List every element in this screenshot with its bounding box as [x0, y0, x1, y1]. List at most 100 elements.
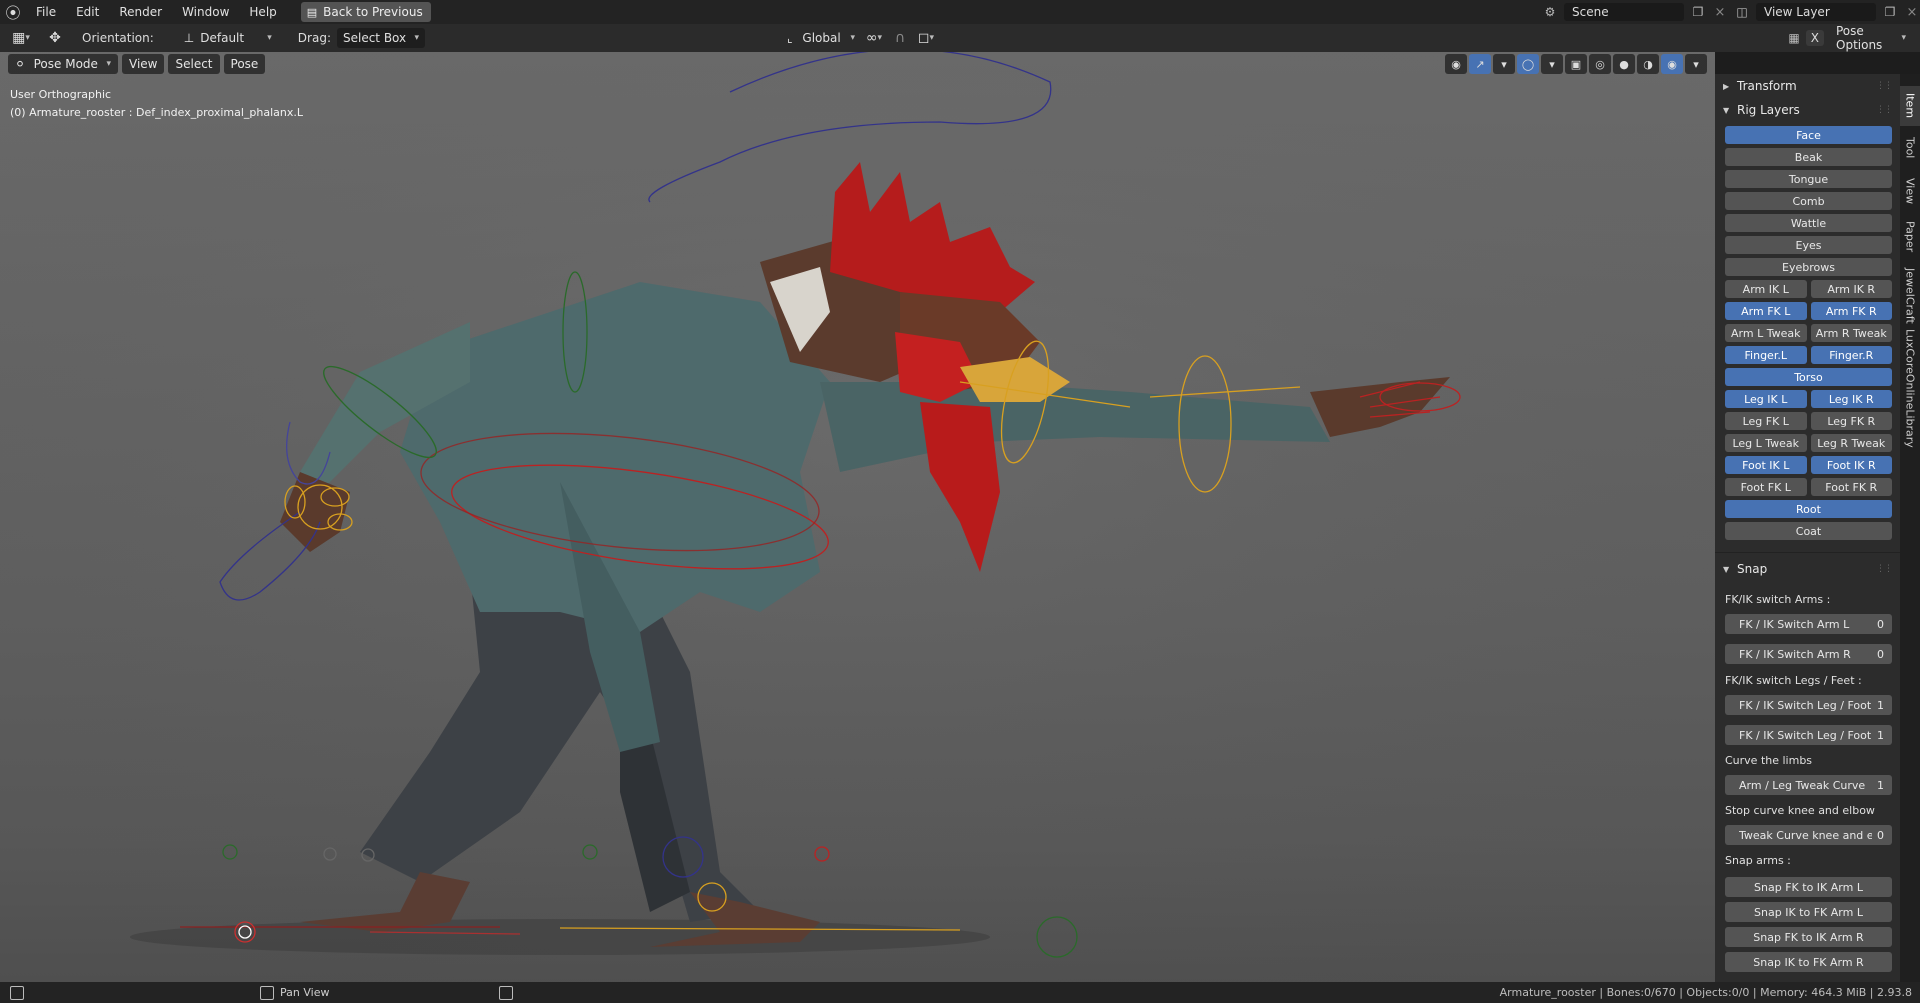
snap-magnet-icon[interactable]: ∩	[887, 28, 913, 48]
back-to-previous-button[interactable]: ▤ Back to Previous	[300, 2, 431, 22]
solid-shading-icon[interactable]: ●	[1613, 54, 1635, 74]
rig-layer-toggle-leg-ik-l[interactable]: Leg IK L	[1725, 390, 1807, 408]
move-tool-icon[interactable]: ✥	[42, 28, 68, 48]
menu-window[interactable]: Window	[172, 0, 239, 24]
menu-edit[interactable]: Edit	[66, 0, 109, 24]
rig-layer-toggle-beak[interactable]: Beak	[1725, 148, 1892, 166]
blender-logo-icon[interactable]: ⦿	[0, 0, 26, 24]
tweak-curve-field[interactable]: Arm / Leg Tweak Curve 1	[1725, 775, 1892, 795]
scene-browse-icon[interactable]: ⚙	[1540, 3, 1560, 21]
rig-layer-toggle-face[interactable]: Face	[1725, 126, 1892, 144]
mode-dropdown[interactable]: ⚪ Pose Mode ▾	[8, 54, 118, 74]
x-mirror-toggle[interactable]: X	[1805, 30, 1824, 46]
mouse-left-icon	[10, 985, 24, 1000]
fkik-switch-arm-l-field[interactable]: FK / IK Switch Arm L 0	[1725, 614, 1892, 634]
fkik-switch-arm-r-field[interactable]: FK / IK Switch Arm R 0	[1725, 644, 1892, 664]
view-layer-field[interactable]: View Layer	[1756, 3, 1876, 21]
fkik-switch-leg-1-field[interactable]: FK / IK Switch Leg / Foot 1	[1725, 695, 1892, 715]
drag-dropdown[interactable]: Select Box ▾	[336, 28, 425, 48]
xray-toggle-icon[interactable]: ▣	[1565, 54, 1587, 74]
view-menu[interactable]: View	[122, 54, 165, 74]
rig-layer-toggle-leg-l-tweak[interactable]: Leg L Tweak	[1725, 434, 1807, 452]
transform-orientation-dropdown[interactable]: ⌞ Global ▾	[781, 28, 861, 48]
rig-layer-toggle-eyes[interactable]: Eyes	[1725, 236, 1892, 254]
new-view-layer-icon[interactable]: ❐	[1880, 3, 1900, 21]
pose-options-dropdown[interactable]: Pose Options ▾	[1830, 24, 1912, 52]
tab-paper[interactable]: Paper	[1900, 214, 1920, 260]
menu-help[interactable]: Help	[239, 0, 286, 24]
drag-grip-icon[interactable]: ⋮⋮	[1876, 564, 1893, 574]
rig-layer-toggle-foot-ik-r[interactable]: Foot IK R	[1810, 456, 1892, 474]
menu-render[interactable]: Render	[109, 0, 172, 24]
rig-layer-toggle-wattle[interactable]: Wattle	[1725, 214, 1892, 232]
gizmo-toggle-icon[interactable]: ↗	[1469, 54, 1491, 74]
rig-layer-toggle-arm-ik-l[interactable]: Arm IK L	[1725, 280, 1807, 298]
scene-field[interactable]: Scene	[1564, 3, 1684, 21]
rig-layer-row: Leg IK L Leg IK R	[1725, 390, 1892, 408]
tweak-curve-knee-elbow-field[interactable]: Tweak Curve knee and el 0	[1725, 825, 1892, 845]
shading-options-icon[interactable]: ▾	[1685, 54, 1707, 74]
view-layer-browse-icon[interactable]: ◫	[1732, 3, 1752, 21]
rig-layer-toggle-torso[interactable]: Torso	[1725, 368, 1892, 386]
snap-ik-to-fk-arm-l-button[interactable]: Snap IK to FK Arm L	[1725, 902, 1892, 922]
tab-view[interactable]: View	[1900, 170, 1920, 212]
snap-ik-to-fk-arm-r-button[interactable]: Snap IK to FK Arm R	[1725, 952, 1892, 972]
rig-layer-toggle-comb[interactable]: Comb	[1725, 192, 1892, 210]
pivot-point-icon[interactable]: ∞ ▾	[861, 28, 887, 48]
overlays-toggle-icon[interactable]: ◯	[1517, 54, 1539, 74]
tab-item[interactable]: Item	[1900, 86, 1920, 126]
tab-jewelcraft[interactable]: JewelCraft	[1900, 262, 1920, 330]
rig-layer-row: Leg FK L Leg FK R	[1725, 412, 1892, 430]
rig-layer-toggle-leg-fk-l[interactable]: Leg FK L	[1725, 412, 1807, 430]
rig-layer-toggle-leg-ik-r[interactable]: Leg IK R	[1810, 390, 1892, 408]
visibility-icon[interactable]: ◉	[1445, 54, 1467, 74]
menu-file[interactable]: File	[26, 0, 66, 24]
rig-layer-toggle-foot-fk-l[interactable]: Foot FK L	[1725, 478, 1807, 496]
pose-menu[interactable]: Pose	[223, 54, 266, 74]
orientation-axis-icon: ⊥	[183, 31, 195, 45]
gizmo-options-icon[interactable]: ▾	[1493, 54, 1515, 74]
drag-grip-icon[interactable]: ⋮⋮	[1876, 81, 1893, 91]
overlays-options-icon[interactable]: ▾	[1541, 54, 1563, 74]
delete-view-layer-icon[interactable]: ×	[1904, 5, 1920, 20]
select-menu[interactable]: Select	[168, 54, 220, 74]
transform-panel-header[interactable]: ▶ Transform ⋮⋮	[1715, 74, 1900, 98]
delete-scene-icon[interactable]: ×	[1712, 5, 1728, 20]
material-preview-icon[interactable]: ◑	[1637, 54, 1659, 74]
tab-luxcoreonlinelibrary[interactable]: LuxCoreOnlineLibrary	[1900, 329, 1920, 448]
rig-layer-toggle-arm-l-tweak[interactable]: Arm L Tweak	[1725, 324, 1807, 342]
rig-layer-toggle-leg-r-tweak[interactable]: Leg R Tweak	[1810, 434, 1892, 452]
field-value: 1	[1877, 728, 1884, 742]
3d-viewport[interactable]: ⚪ Pose Mode ▾ View Select Pose ◉ ↗ ▾ ◯ ▾…	[0, 52, 1715, 982]
snap-fk-to-ik-arm-l-button[interactable]: Snap FK to IK Arm L	[1725, 877, 1892, 897]
snap-fk-to-ik-arm-r-button[interactable]: Snap FK to IK Arm R	[1725, 927, 1892, 947]
expanded-triangle-icon: ▼	[1723, 564, 1730, 574]
curve-limbs-label: Curve the limbs	[1725, 754, 1813, 767]
rig-layer-toggle-eyebrows[interactable]: Eyebrows	[1725, 258, 1892, 276]
x-mirror-icon[interactable]: ▦	[1788, 31, 1799, 45]
wireframe-shading-icon[interactable]: ◎	[1589, 54, 1611, 74]
proportional-edit-icon[interactable]: ◻ ▾	[913, 28, 939, 48]
drag-grip-icon[interactable]: ⋮⋮	[1876, 105, 1893, 115]
rig-layers-panel-header[interactable]: ▼ Rig Layers ⋮⋮	[1715, 98, 1900, 122]
rig-layer-toggle-root[interactable]: Root	[1725, 500, 1892, 518]
rig-layer-toggle-leg-fk-r[interactable]: Leg FK R	[1810, 412, 1892, 430]
rig-layer-toggle-tongue[interactable]: Tongue	[1725, 170, 1892, 188]
rig-layer-toggle-arm-r-tweak[interactable]: Arm R Tweak	[1810, 324, 1892, 342]
rig-layer-toggle-finger-r[interactable]: Finger.R	[1810, 346, 1892, 364]
rig-layer-toggle-arm-fk-l[interactable]: Arm FK L	[1725, 302, 1807, 320]
rig-layer-toggle-coat[interactable]: Coat	[1725, 522, 1892, 540]
rig-layer-toggle-foot-ik-l[interactable]: Foot IK L	[1725, 456, 1807, 474]
editor-type-icon[interactable]: ▦ ▾	[8, 28, 34, 48]
rig-layer-toggle-arm-fk-r[interactable]: Arm FK R	[1810, 302, 1892, 320]
snap-panel-header[interactable]: ▼ Snap ⋮⋮	[1715, 557, 1900, 581]
pose-mode-icon: ⚪	[15, 57, 26, 71]
fkik-switch-leg-2-field[interactable]: FK / IK Switch Leg / Foot 1	[1725, 725, 1892, 745]
rendered-shading-icon[interactable]: ◉	[1661, 54, 1683, 74]
rig-layer-toggle-finger-l[interactable]: Finger.L	[1725, 346, 1807, 364]
new-scene-icon[interactable]: ❐	[1688, 3, 1708, 21]
rig-layer-toggle-foot-fk-r[interactable]: Foot FK R	[1810, 478, 1892, 496]
rig-layer-toggle-arm-ik-r[interactable]: Arm IK R	[1810, 280, 1892, 298]
tab-tool[interactable]: Tool	[1900, 128, 1920, 168]
orientation-dropdown[interactable]: ⊥ Default ▾	[178, 28, 278, 48]
